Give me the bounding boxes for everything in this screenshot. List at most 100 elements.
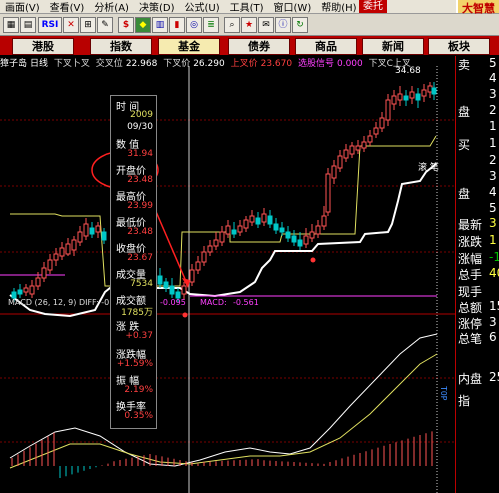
candle-body (17, 289, 23, 295)
quote-value: 1 (489, 136, 497, 150)
menu-formula[interactable]: 公式(U) (179, 0, 224, 14)
vertical-tab: TOP (439, 386, 448, 401)
flag-icon[interactable]: ◆ (135, 17, 151, 33)
candle-body (207, 245, 213, 253)
menu-view[interactable]: 画面(V) (0, 0, 45, 14)
mail-icon[interactable]: ✉ (258, 17, 274, 33)
brand-logo: 大智慧 (456, 0, 499, 15)
menu-tools[interactable]: 工具(T) (225, 0, 269, 14)
menu-bar: 画面(V) 查看(V) 分析(A) 决策(D) 公式(U) 工具(T) 窗口(W… (0, 0, 499, 15)
macd-header: MACD (26, 12, 9) DIFF: -0 -0.095 MACD: -… (8, 298, 259, 307)
nav-bar: 港股 指数 基金 债券 商品 新闻 板块 (0, 36, 499, 55)
candle-body (181, 285, 187, 295)
candle-body (427, 85, 433, 93)
quote-value: 4 (489, 71, 497, 85)
candle-body (35, 277, 41, 287)
period-label: 日线 (30, 59, 49, 69)
bar-chart-icon[interactable]: ▮ (169, 17, 185, 33)
candle-body (47, 259, 53, 271)
candle-body (385, 99, 391, 121)
nav-sector[interactable]: 板块 (428, 38, 490, 55)
candle-body (331, 165, 337, 179)
target-icon[interactable]: ◎ (186, 17, 202, 33)
candle-body (309, 231, 315, 239)
quote-popup: 时 间 2009 09/30 数 值 31.94 开盘价 23.48 最高价 2… (110, 95, 157, 429)
layout-icon[interactable]: ▥ (152, 17, 168, 33)
candle-body (101, 231, 107, 241)
quote-value: 1 (489, 119, 497, 133)
quote-panel: 卖543盘21买123盘45最新3涨跌1涨幅-1.3总手40现手总额15涨停3总… (455, 56, 499, 493)
upper-channel-line (10, 135, 437, 287)
list-icon[interactable]: ≣ (203, 17, 219, 33)
nav-hk-stock[interactable]: 港股 (12, 38, 74, 55)
candle-body (431, 87, 437, 95)
candle-body (237, 225, 243, 233)
quote-value: 3 (489, 87, 497, 101)
menu-analysis[interactable]: 分析(A) (89, 0, 134, 14)
dollar-icon[interactable]: $ (118, 17, 134, 33)
kline-chart[interactable]: TOP (0, 56, 455, 493)
candle-body (403, 95, 409, 101)
nav-fund[interactable]: 基金 (158, 38, 220, 55)
quote-label: 指 (458, 394, 471, 408)
candle-body (77, 231, 83, 243)
table-icon[interactable]: ▤ (20, 17, 36, 33)
grid-icon[interactable]: ▦ (3, 17, 19, 33)
quote-value: 40 (489, 266, 499, 280)
candle-body (391, 95, 397, 105)
rsi-button[interactable]: RSI (38, 17, 62, 33)
quote-label: 总手 (458, 268, 483, 282)
quote-label: 涨跌 (458, 235, 483, 249)
candle-body (261, 213, 267, 223)
candle-body (379, 117, 385, 129)
quote-value: 5 (489, 201, 497, 215)
pen-icon[interactable]: ✎ (97, 17, 113, 33)
candle-body (343, 149, 349, 159)
candle-body (325, 173, 331, 213)
quote-label: 涨幅 (458, 252, 483, 266)
menu-decision[interactable]: 决策(D) (134, 0, 180, 14)
candle-body (71, 239, 77, 251)
menu-window[interactable]: 窗口(W) (269, 0, 317, 14)
quote-label: 买 (458, 138, 471, 152)
menu-look[interactable]: 查看(V) (45, 0, 90, 14)
quote-value: 6 (489, 330, 497, 344)
quote-value: 15 (489, 299, 499, 313)
candle-body (303, 235, 309, 245)
refresh-icon[interactable]: ↻ (292, 17, 308, 33)
candle-body (23, 287, 29, 293)
candle-body (195, 261, 201, 271)
candle-body (219, 231, 225, 243)
candle-body (169, 285, 175, 295)
nav-news[interactable]: 新闻 (362, 38, 424, 55)
quote-value: 5 (489, 56, 497, 70)
candle-body (337, 155, 343, 169)
candle-body (315, 225, 321, 235)
star-icon[interactable]: ★ (241, 17, 257, 33)
menu-help[interactable]: 帮助(H) (316, 0, 361, 14)
quote-value: 3 (489, 216, 497, 230)
trade-tag[interactable]: 委托 (359, 0, 387, 13)
toolbar: ▦ ▤ RSI ✕ ⊞ ✎ $ ◆ ▥ ▮ ◎ ≣ ⌕ ★ ✉ ⓘ ↻ (0, 14, 499, 36)
chart-icon[interactable]: ⊞ (80, 17, 96, 33)
quote-label: 卖 (458, 58, 471, 72)
nav-index[interactable]: 指数 (90, 38, 152, 55)
candle-body (415, 93, 421, 101)
quote-value: 1 (489, 233, 497, 247)
search-icon[interactable]: ⌕ (224, 17, 240, 33)
nav-commodity[interactable]: 商品 (295, 38, 357, 55)
candle-body (267, 215, 273, 225)
candle-body (157, 275, 163, 285)
signal-marker (310, 257, 316, 263)
cross-icon[interactable]: ✕ (63, 17, 79, 33)
stock-name: 獐子岛 (0, 59, 28, 69)
info-icon[interactable]: ⓘ (275, 17, 291, 33)
candle-body (297, 239, 303, 247)
candle-body (243, 219, 249, 229)
quote-label: 盘 (458, 187, 471, 201)
macd-diff-line (9, 333, 438, 467)
candle-body (373, 127, 379, 135)
candle-body (279, 227, 285, 233)
side-tab[interactable]: 滚 笔 (418, 160, 439, 173)
nav-bond[interactable]: 债券 (228, 38, 290, 55)
